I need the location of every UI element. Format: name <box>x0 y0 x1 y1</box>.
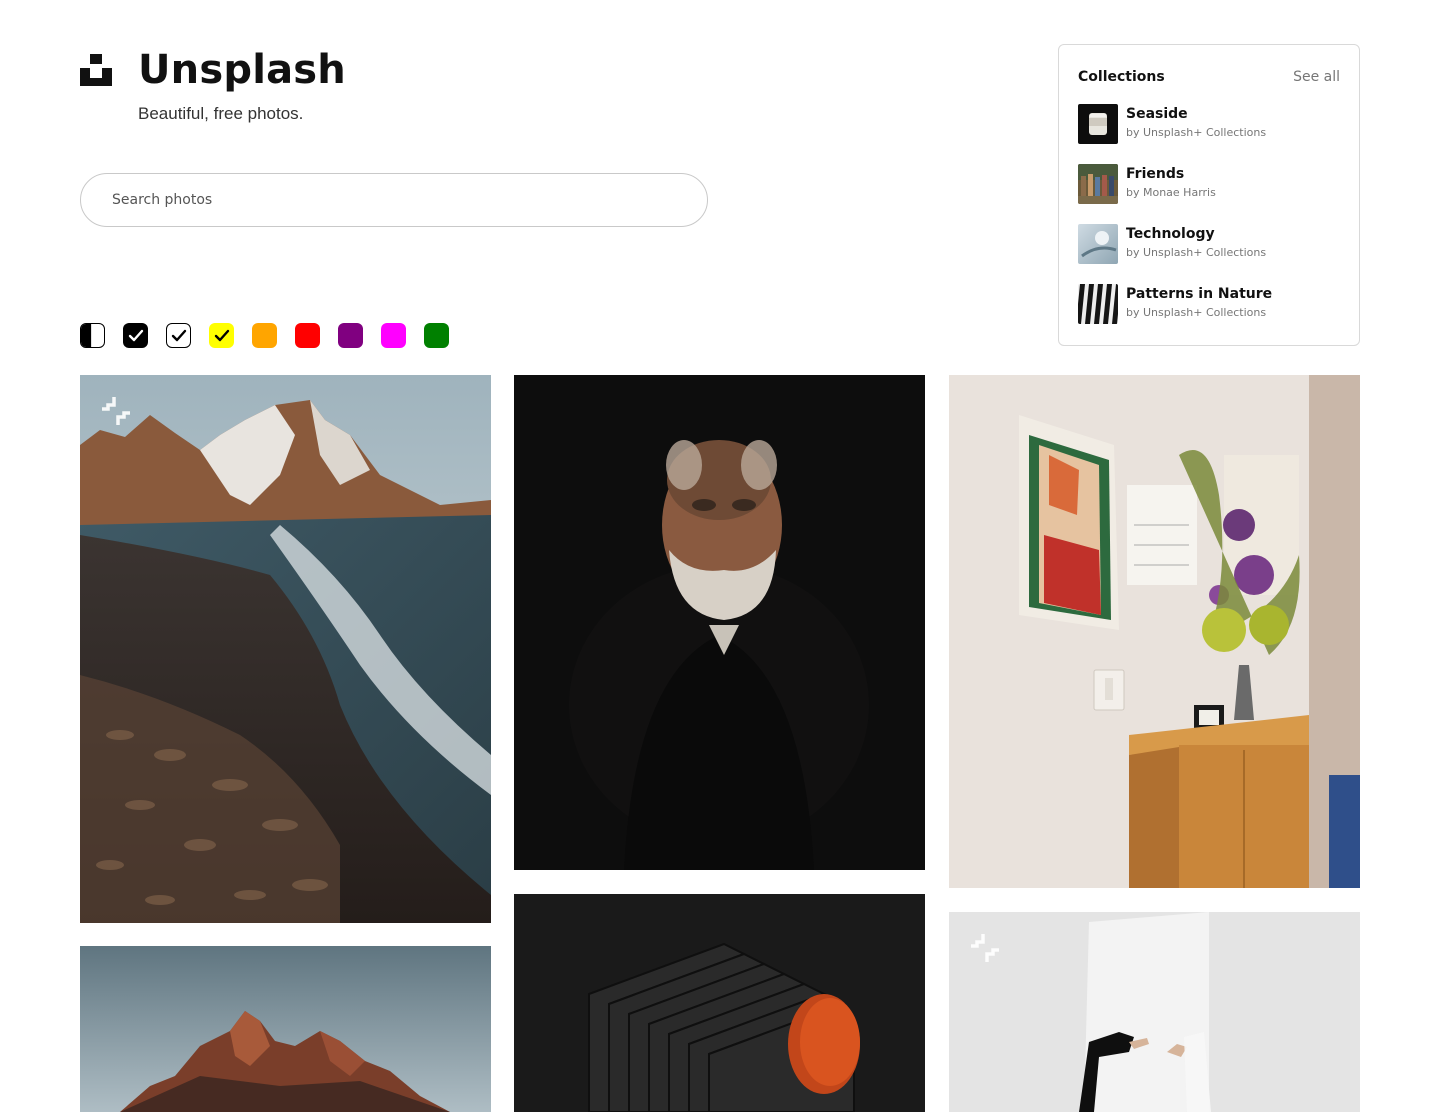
hands-mirror-photo[interactable] <box>949 912 1360 1112</box>
collection-thumbnail <box>1078 104 1118 144</box>
collection-author: by Unsplash+ Collections <box>1126 306 1267 319</box>
color-swatch-white[interactable] <box>166 323 191 348</box>
collection-name: Friends <box>1126 166 1185 182</box>
mountain-beach-photo[interactable] <box>80 375 491 923</box>
painting-and-flowers-photo[interactable] <box>949 375 1360 888</box>
unsplash-plus-icon <box>102 397 130 425</box>
collection-thumbnail <box>1078 224 1118 264</box>
color-swatch-black[interactable] <box>123 323 148 348</box>
collection-thumbnail <box>1078 284 1118 324</box>
search-input[interactable] <box>112 192 707 208</box>
collection-item-friends[interactable]: Friends by Monae Harris <box>1078 164 1342 204</box>
color-swatch-orange[interactable] <box>252 323 277 348</box>
color-swatch-magenta[interactable] <box>381 323 406 348</box>
bearded-man-portrait-photo[interactable] <box>514 375 925 870</box>
checkmark-icon <box>128 329 143 341</box>
color-swatch-yellow[interactable] <box>209 323 234 348</box>
collection-name: Seaside <box>1126 106 1188 122</box>
unsplash-plus-icon <box>971 934 999 962</box>
half-contrast-icon <box>81 324 92 347</box>
color-swatch-black-and-white[interactable] <box>80 323 105 348</box>
collection-name: Patterns in Nature <box>1126 286 1273 302</box>
checkmark-icon <box>171 329 186 341</box>
collection-author: by Unsplash+ Collections <box>1126 126 1267 139</box>
unsplash-logo-icon[interactable] <box>80 54 112 86</box>
red-mountain-peak-photo[interactable] <box>80 946 491 1112</box>
collection-item-technology[interactable]: Technology by Unsplash+ Collections <box>1078 224 1342 264</box>
see-all-link[interactable]: See all <box>1293 69 1340 85</box>
checkmark-icon <box>214 329 229 341</box>
collection-item-patterns-in-nature[interactable]: Patterns in Nature by Unsplash+ Collecti… <box>1078 284 1342 324</box>
collections-header: Collections See all <box>1078 69 1340 85</box>
color-filters <box>80 323 467 348</box>
collections-title: Collections <box>1078 69 1165 85</box>
dark-layered-object-photo[interactable] <box>514 894 925 1112</box>
collection-author: by Unsplash+ Collections <box>1126 246 1267 259</box>
collection-name: Technology <box>1126 226 1215 242</box>
color-swatch-purple[interactable] <box>338 323 363 348</box>
brand-tagline: Beautiful, free photos. <box>138 104 304 123</box>
collection-thumbnail <box>1078 164 1118 204</box>
search-bar[interactable] <box>80 173 708 227</box>
collections-panel: Collections See all Seaside by Unsplash+… <box>1058 44 1360 346</box>
collection-author: by Monae Harris <box>1126 186 1216 199</box>
brand-title[interactable]: Unsplash <box>138 48 346 92</box>
color-swatch-red[interactable] <box>295 323 320 348</box>
collection-item-seaside[interactable]: Seaside by Unsplash+ Collections <box>1078 104 1342 144</box>
color-swatch-green[interactable] <box>424 323 449 348</box>
